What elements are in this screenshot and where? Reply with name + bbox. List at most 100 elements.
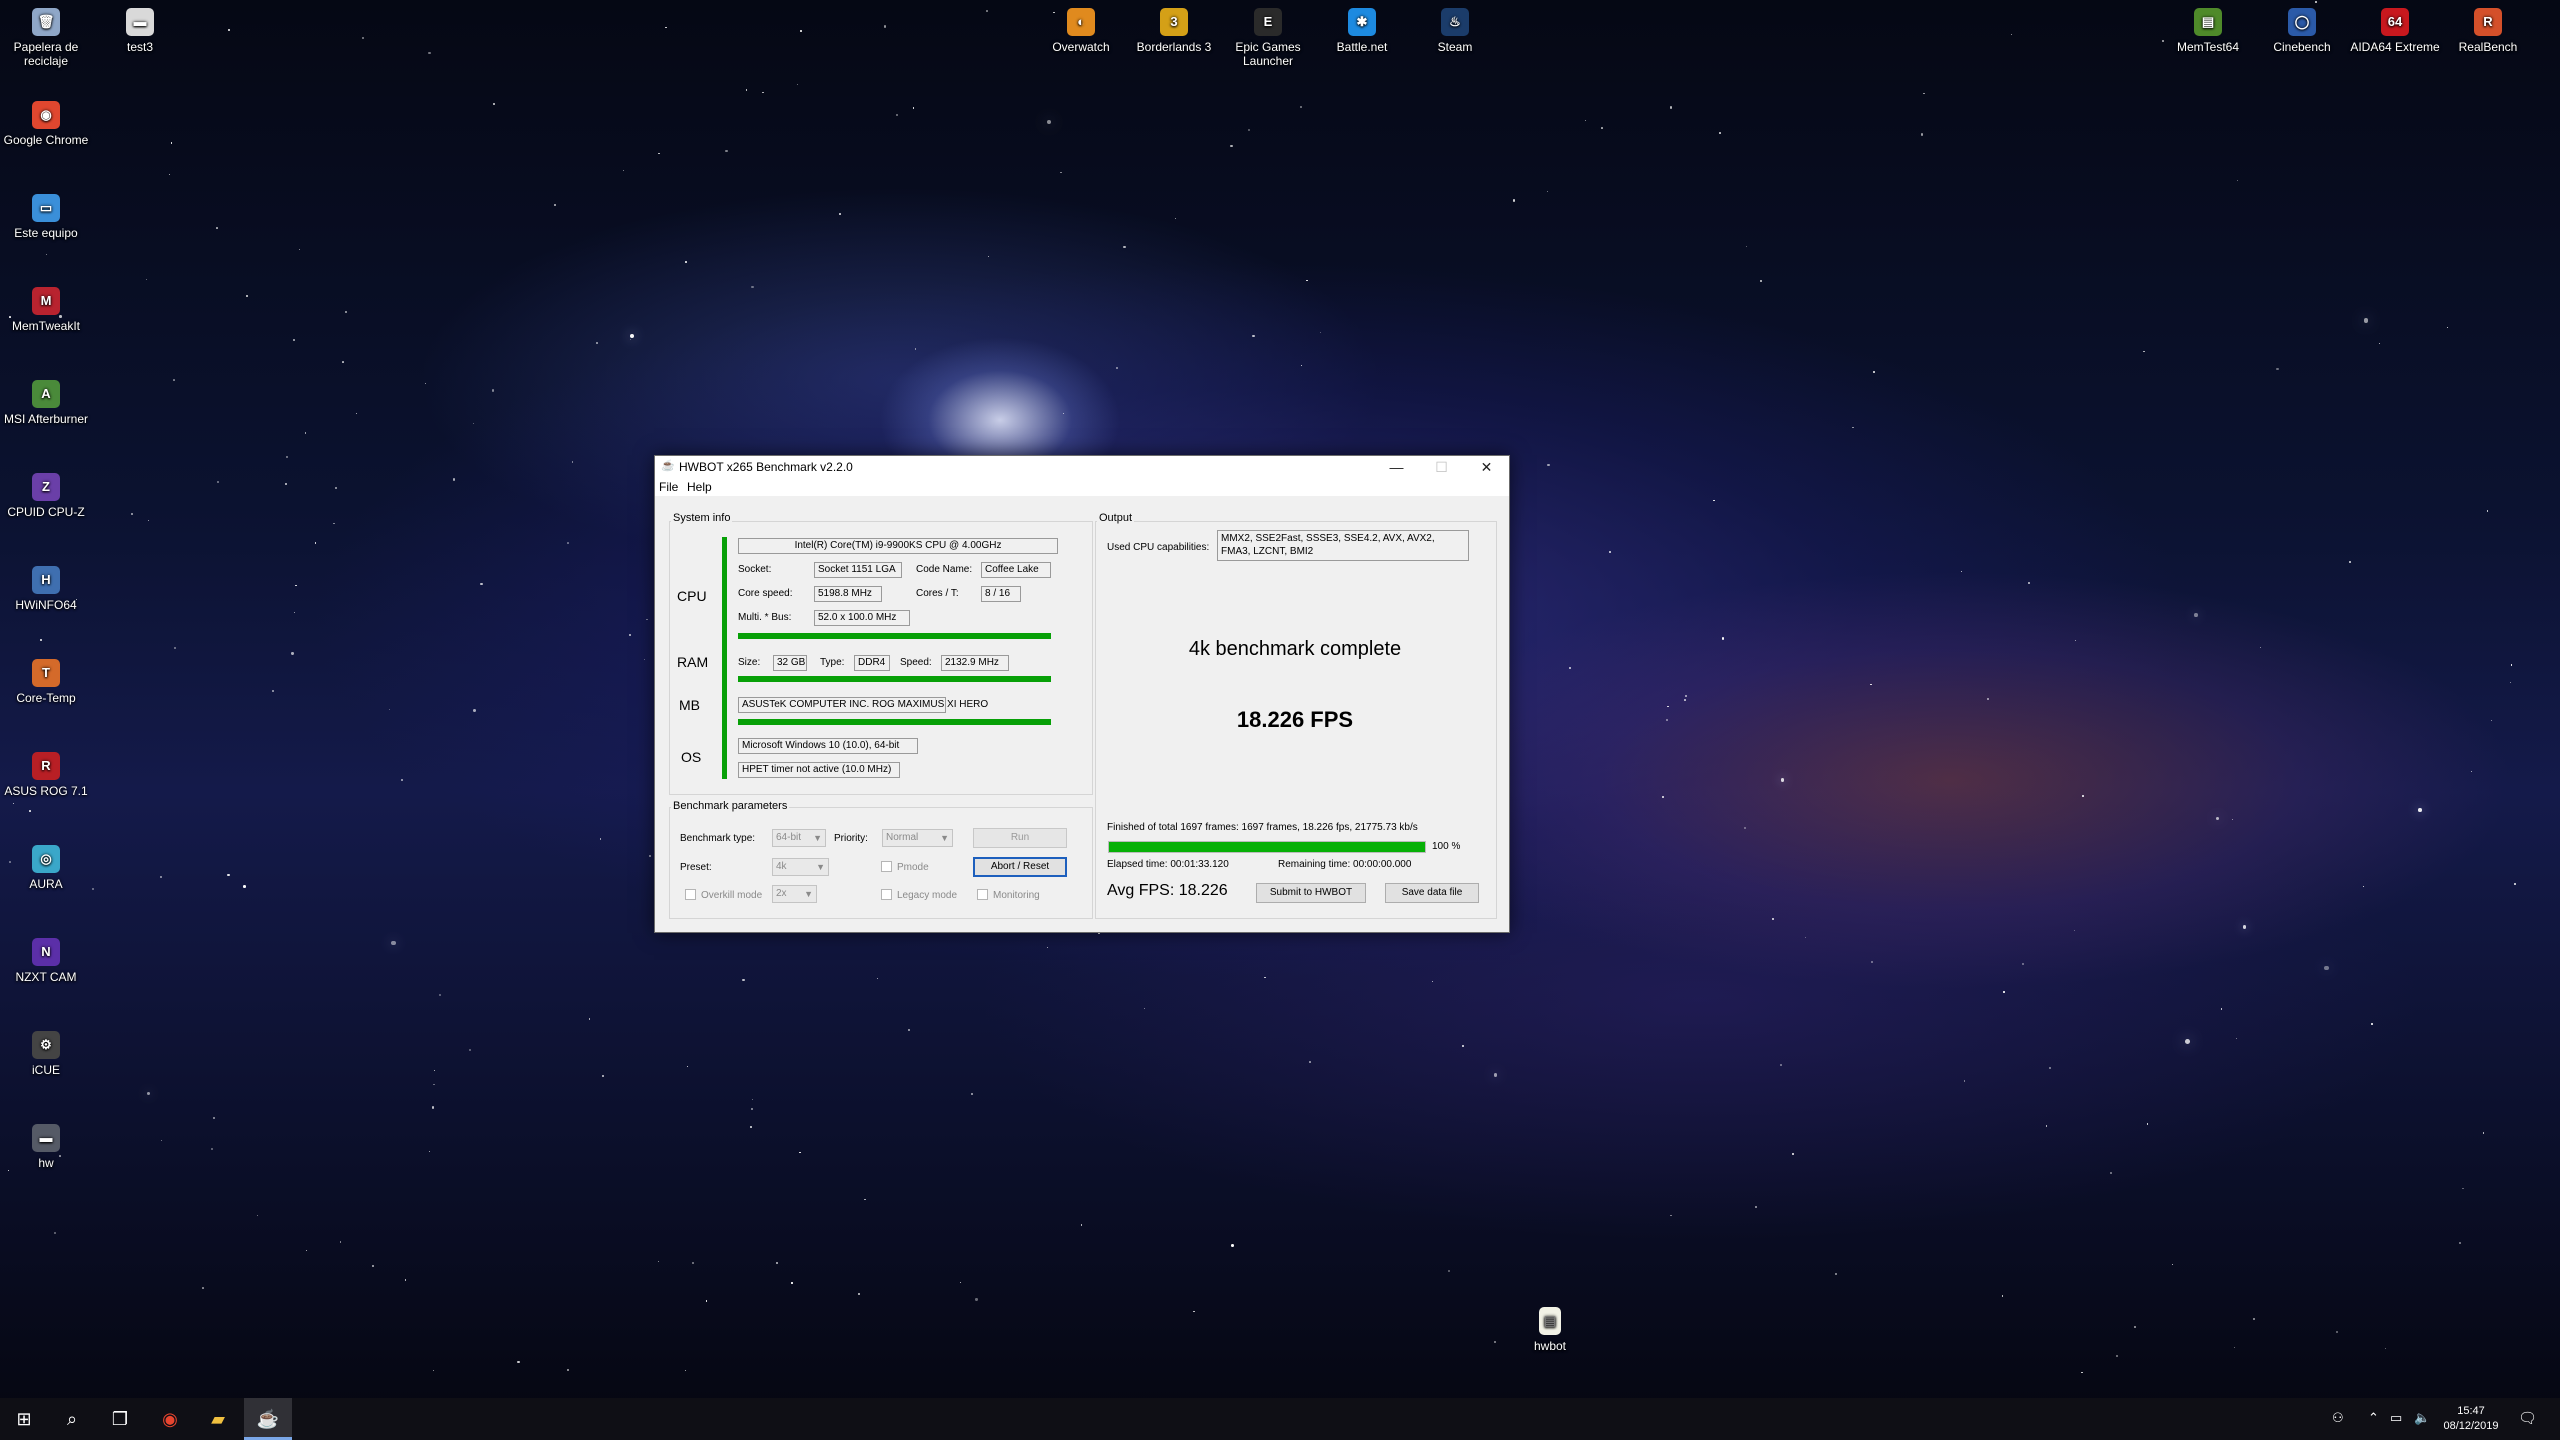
desktop-icon-memtweakit[interactable]: M MemTweakIt (0, 287, 92, 333)
os-field: Microsoft Windows 10 (10.0), 64-bit (738, 738, 918, 754)
close-button[interactable]: ✕ (1464, 456, 1509, 478)
multi-label: Multi. * Bus: (738, 612, 792, 623)
desktop-icon-overwatch[interactable]: ◐ Overwatch (1035, 8, 1127, 54)
legacy-mode-checkbox[interactable]: Legacy mode (881, 889, 957, 901)
people-icon[interactable]: ⚇ (2332, 1410, 2344, 1426)
hwbot-taskbar-icon[interactable]: ☕ (244, 1398, 292, 1440)
benchmark-type-label: Benchmark type: (680, 833, 756, 844)
menu-bar: File Help (655, 478, 1509, 496)
desktop-icon-epic[interactable]: E Epic Games Launcher (1222, 8, 1314, 68)
minimize-button[interactable]: — (1374, 456, 1419, 478)
clock-date: 08/12/2019 (2443, 1420, 2499, 1432)
desktop-icon-label: Steam (1437, 40, 1473, 54)
progress-fill (1109, 842, 1425, 852)
benchmark-status-text: 4k benchmark complete (1188, 638, 1402, 660)
desktop-icon-recycle-bin[interactable]: 🗑 Papelera de reciclaje (0, 8, 92, 68)
desktop-icon-file[interactable]: ▬ test3 (94, 8, 186, 54)
abort-reset-button[interactable]: Abort / Reset (973, 857, 1067, 877)
ram-separator-bar (738, 676, 1051, 682)
save-data-file-button[interactable]: Save data file (1385, 883, 1479, 903)
hwbot-window[interactable]: ☕ HWBOT x265 Benchmark v2.2.0 — ☐ ✕ File… (654, 455, 1510, 933)
cores-field: 8 / 16 (981, 586, 1021, 602)
socket-label: Socket: (738, 564, 772, 575)
desktop-icon-battlenet[interactable]: ✱ Battle.net (1316, 8, 1408, 54)
maximize-button[interactable]: ☐ (1419, 456, 1464, 478)
preset-select[interactable]: 4k ▼ (772, 858, 829, 876)
ram-speed-label: Speed: (900, 657, 932, 668)
socket-field: Socket 1151 LGA (814, 562, 902, 578)
chevron-up-icon[interactable]: ⌃ (2368, 1410, 2379, 1426)
coretemp-icon: T (32, 659, 60, 687)
desktop-icon-aura[interactable]: ◎ AURA (0, 845, 92, 891)
desktop-icon-borderlands[interactable]: 3 Borderlands 3 (1128, 8, 1220, 54)
overkill-select[interactable]: 2x ▼ (772, 885, 817, 903)
nzxt-icon: N (32, 938, 60, 966)
desktop-icon-label: Epic Games Launcher (1235, 40, 1301, 68)
desktop-icon-label: HWiNFO64 (15, 598, 77, 612)
title-bar[interactable]: ☕ HWBOT x265 Benchmark v2.2.0 — ☐ ✕ (655, 456, 1509, 478)
finished-text: Finished of total 1697 frames: 1697 fram… (1107, 822, 1418, 833)
desktop-icon-label: CPUID CPU-Z (7, 505, 85, 519)
desktop-icon-label: Battle.net (1336, 40, 1388, 54)
desktop-icon-afterburner[interactable]: A MSI Afterburner (0, 380, 92, 426)
cpu-separator-bar (738, 633, 1051, 639)
file-explorer-icon[interactable]: ▰ (194, 1398, 242, 1440)
clock[interactable]: 15:47 08/12/2019 (2436, 1404, 2506, 1434)
realbench-icon: R (2474, 8, 2502, 36)
desktop-icon-coretemp[interactable]: T Core-Temp (0, 659, 92, 705)
mb-separator-bar (738, 719, 1051, 725)
desktop-icon-label: Google Chrome (3, 133, 89, 147)
desktop-icon-aida64[interactable]: 64 AIDA64 Extreme (2349, 8, 2441, 54)
desktop-icon-chrome[interactable]: ◉ Google Chrome (0, 101, 92, 147)
menu-help[interactable]: Help (687, 480, 712, 494)
icue-icon: ⚙ (32, 1031, 60, 1059)
progress-bar (1108, 841, 1426, 853)
desktop-icon-hwbot[interactable]: ▤ hwbot (1504, 1307, 1596, 1353)
desktop-icon-label: AURA (29, 877, 63, 891)
run-button[interactable]: Run (973, 828, 1067, 848)
file-icon: ▬ (126, 8, 154, 36)
chevron-down-icon: ▼ (940, 833, 949, 843)
search-icon[interactable]: ⌕ (48, 1398, 96, 1440)
priority-label: Priority: (834, 833, 868, 844)
desktop-icon-steam[interactable]: ♨ Steam (1409, 8, 1501, 54)
desktop-icon-label: MSI Afterburner (3, 412, 89, 426)
desktop-icon-rog[interactable]: R ASUS ROG 7.1 (0, 752, 92, 798)
desktop-icon-file[interactable]: ▬ hw (0, 1124, 92, 1170)
aura-icon: ◎ (32, 845, 60, 873)
monitoring-checkbox[interactable]: Monitoring (977, 889, 1040, 901)
chrome-icon: ◉ (32, 101, 60, 129)
desktop-icon-nzxt[interactable]: N NZXT CAM (0, 938, 92, 984)
notifications-icon[interactable]: 🗨 (2518, 1409, 2537, 1427)
desktop-icon-computer[interactable]: ▭ Este equipo (0, 194, 92, 240)
cpu-heading: CPU (677, 588, 707, 604)
vertical-green-bar (722, 537, 727, 779)
volume-icon[interactable]: 🔈 (2414, 1410, 2430, 1426)
chevron-down-icon: ▼ (813, 833, 822, 843)
core-speed-field: 5198.8 MHz (814, 586, 882, 602)
avg-fps-text: Avg FPS: 18.226 (1107, 882, 1228, 899)
desktop-icon-realbench[interactable]: R RealBench (2442, 8, 2534, 54)
rog-icon: R (32, 752, 60, 780)
desktop-icon-hwinfo[interactable]: H HWiNFO64 (0, 566, 92, 612)
ram-type-label: Type: (820, 657, 845, 668)
desktop-icon-cinebench[interactable]: ◯ Cinebench (2256, 8, 2348, 54)
pmode-checkbox[interactable]: Pmode (881, 861, 929, 873)
windows-start-icon[interactable]: ⊞ (0, 1398, 48, 1440)
desktop-icon-memtest[interactable]: ▤ MemTest64 (2162, 8, 2254, 54)
submit-to-hwbot-button[interactable]: Submit to HWBOT (1256, 883, 1366, 903)
desktop-icon-label: hw (38, 1156, 54, 1170)
chrome-taskbar-icon[interactable]: ◉ (146, 1398, 194, 1440)
desktop-icon-label: MemTest64 (2176, 40, 2240, 54)
desktop-icon-cpuz[interactable]: Z CPUID CPU-Z (0, 473, 92, 519)
output-label: Output (1097, 512, 1135, 524)
task-view-icon[interactable]: ❐ (96, 1398, 144, 1440)
priority-select[interactable]: Normal ▼ (882, 829, 953, 847)
network-icon[interactable]: ▭ (2390, 1410, 2402, 1426)
menu-file[interactable]: File (659, 480, 678, 494)
overkill-mode-checkbox[interactable]: Overkill mode (685, 889, 762, 901)
benchmark-type-select[interactable]: 64-bit ▼ (772, 829, 826, 847)
desktop-icon-icue[interactable]: ⚙ iCUE (0, 1031, 92, 1077)
cpu-name-field: Intel(R) Core(TM) i9-9900KS CPU @ 4.00GH… (738, 538, 1058, 554)
overwatch-icon: ◐ (1067, 8, 1095, 36)
